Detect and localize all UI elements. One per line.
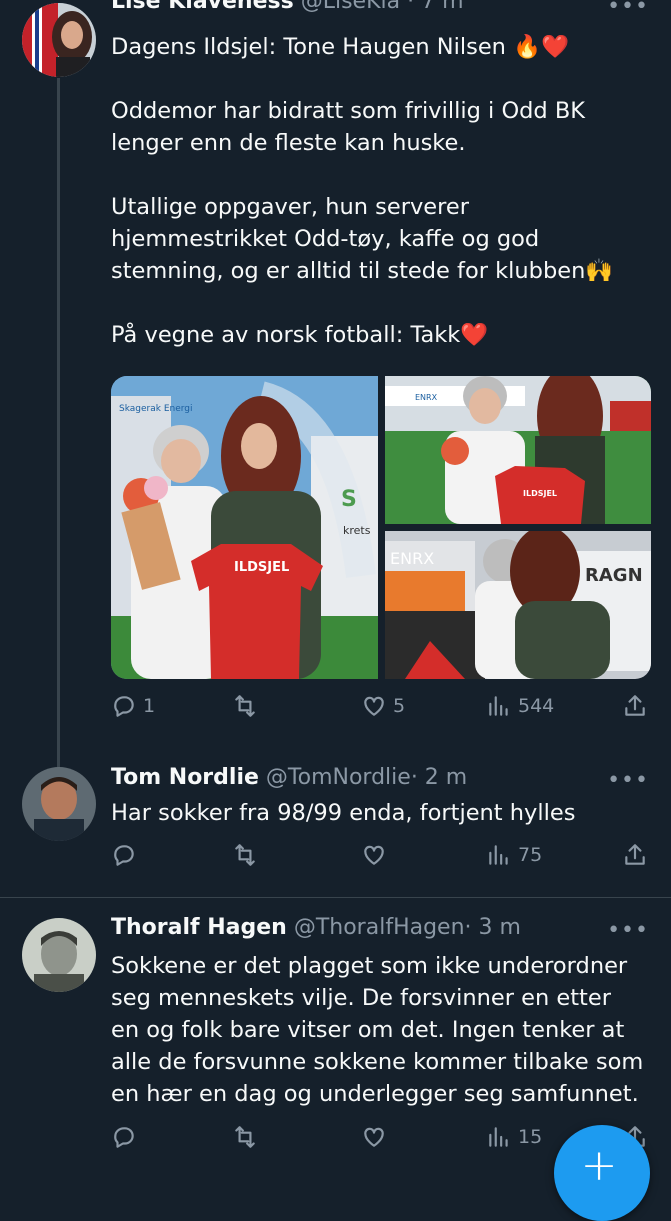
tweet-paragraph: Utallige oppgaver, hun serverer hjemmest… [111,194,614,284]
photo-3[interactable]: ENRX RAGN [385,531,651,679]
tweet-paragraph: Har sokker fra 98/99 enda, fortjent hyll… [111,800,576,826]
tweet-time[interactable]: · 7 m [407,0,463,14]
reply-button[interactable] [111,842,143,868]
repost-icon [235,695,255,717]
tweet-paragraph: Sokkene er det plagget som ikke underord… [111,953,644,1107]
sign-text: ENRX [390,549,434,568]
tweet-header: Lise Klaveness @LiseKla · 7 m [111,0,464,16]
share-button[interactable] [622,842,648,868]
tweet-time[interactable]: · 2 m [411,765,467,790]
tweet-paragraph: På vegne av norsk fotball: Takk❤️ [111,322,489,348]
author-handle[interactable]: @ThoralfHagen [294,915,465,940]
sign-text: ENRX [415,393,438,402]
sign-text: RAGN [585,565,643,586]
share-button[interactable] [622,693,648,719]
reply-button[interactable]: 1 [111,693,155,719]
repost-button[interactable] [232,842,264,868]
author-handle[interactable]: @TomNordlie [266,765,411,790]
tweet-text: Har sokker fra 98/99 enda, fortjent hyll… [111,797,641,829]
avatar-thoralf[interactable] [22,918,96,992]
share-icon [625,695,645,716]
photo-1[interactable]: ILDSJEL Skagerak Energi S krets [111,376,378,679]
reply-icon [114,845,134,866]
repost-icon [235,844,255,866]
author-name[interactable]: Lise Klaveness [111,0,294,14]
tweet-text: Sokkene er det plagget som ikke underord… [111,950,646,1110]
tweet-paragraph: Dagens Ildsjel: Tone Haugen Nilsen 🔥❤️ [111,34,570,60]
tweet-paragraph: Oddemor har bidratt som frivillig i Odd … [111,98,586,156]
shirt-text: ILDSJEL [234,560,289,575]
photo-2[interactable]: ILDSJEL ENRX [385,376,651,524]
more-icon[interactable]: ••• [607,768,649,793]
views-count: 15 [518,1126,543,1148]
views-icon [489,845,508,865]
sign-text: S [341,487,357,512]
like-icon [364,696,384,716]
avatar-lise[interactable] [22,3,96,77]
like-button[interactable] [361,1124,393,1150]
tweet-header: Thoralf Hagen @ThoralfHagen· 3 m [111,914,521,942]
views-button[interactable]: 75 [486,842,542,868]
share-icon [625,844,645,865]
shirt-text: ILDSJEL [523,489,557,498]
author-name[interactable]: Tom Nordlie [111,765,259,790]
like-icon [364,1127,384,1147]
tweet-actions: 75 [111,842,651,876]
tweet-divider [0,897,671,898]
author-handle[interactable]: @LiseKla [301,0,400,14]
views-icon [489,696,508,716]
views-icon [489,1127,508,1147]
reply-icon [114,696,134,717]
reply-icon [114,1127,134,1148]
views-count: 544 [518,695,555,717]
compose-button[interactable]: + [554,1125,650,1221]
repost-button[interactable] [232,693,264,719]
tweet-actions: 1 5 544 [111,693,651,727]
author-name[interactable]: Thoralf Hagen [111,915,287,940]
repost-icon [235,1126,255,1148]
more-icon[interactable]: ••• [607,0,649,19]
like-icon [364,845,384,865]
tweet-header: Tom Nordlie @TomNordlie· 2 m [111,764,467,792]
views-count: 75 [518,844,543,866]
like-count: 5 [393,695,406,717]
sign-text: krets [343,524,371,537]
avatar-tom[interactable] [22,767,96,841]
sign-text: Skagerak Energi [119,404,193,414]
compose-icon: + [580,1140,618,1191]
reply-button[interactable] [111,1124,143,1150]
views-button[interactable]: 544 [486,693,554,719]
tweet-time[interactable]: · 3 m [465,915,521,940]
like-button[interactable]: 5 [361,693,405,719]
reply-count: 1 [143,695,156,717]
tweet-text: Dagens Ildsjel: Tone Haugen Nilsen 🔥❤️ O… [111,31,641,351]
repost-button[interactable] [232,1124,264,1150]
thread-line [57,78,60,768]
tweet-media-grid[interactable]: ILDSJEL Skagerak Energi S krets ILDSJEL … [111,376,651,679]
views-button[interactable]: 15 [486,1124,542,1150]
like-button[interactable] [361,842,393,868]
more-icon[interactable]: ••• [607,918,649,943]
